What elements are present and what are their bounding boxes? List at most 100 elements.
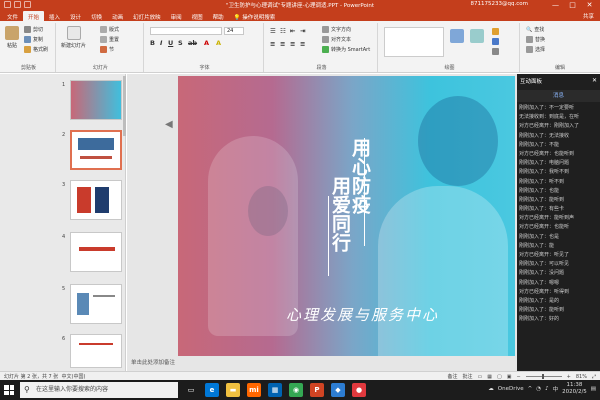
bullets-icon[interactable]: ☰	[270, 27, 276, 35]
shadow-icon[interactable]: S	[178, 39, 183, 47]
zoom-in-icon[interactable]: +	[567, 374, 571, 380]
goggles-figure	[248, 186, 288, 236]
zoom-level[interactable]: 81%	[576, 374, 587, 380]
align-center-icon[interactable]: ≡	[280, 40, 285, 48]
windows-start-icon[interactable]	[4, 385, 14, 395]
minimize-button[interactable]: —	[547, 0, 564, 10]
select-button[interactable]: 选择	[526, 46, 545, 53]
find-button[interactable]: 🔍 查找	[526, 26, 544, 34]
thumbnail-slide-2[interactable]	[70, 130, 122, 170]
slide-title-col2[interactable]: 用爱同行	[328, 176, 351, 252]
slide-sorter-icon[interactable]: ▦	[487, 374, 492, 380]
app2-icon[interactable]: ●	[352, 383, 366, 397]
app-icon[interactable]: ◆	[331, 383, 345, 397]
thumbnail-slide-4[interactable]	[70, 232, 122, 272]
edge-icon[interactable]: e	[205, 383, 219, 397]
format-painter-button[interactable]: 格式刷	[24, 46, 48, 53]
account-name[interactable]: 871175233@qq.com	[471, 1, 528, 7]
tab-insert[interactable]: 插入	[44, 11, 65, 21]
zoom-out-icon[interactable]: −	[516, 374, 520, 380]
quick-styles-icon[interactable]	[470, 29, 484, 43]
tab-file[interactable]: 文件	[2, 11, 23, 21]
new-slide-button[interactable]: 新建幻灯片	[61, 26, 86, 49]
clock[interactable]: 11:38 2020/2/5	[562, 382, 587, 396]
zoom-slider[interactable]	[525, 374, 562, 379]
strikethrough-icon[interactable]: ab	[188, 39, 197, 47]
tab-animations[interactable]: 动画	[107, 11, 128, 21]
cut-button[interactable]: 剪切	[24, 26, 43, 33]
fit-slide-icon[interactable]: ⤢	[592, 374, 596, 380]
highlight-icon[interactable]: A	[216, 39, 221, 47]
arrange-icon[interactable]	[450, 29, 464, 43]
slide-title-col1[interactable]: 用心防疫	[348, 138, 371, 214]
notes-placeholder[interactable]: 单击此处添加备注	[131, 358, 175, 366]
layout-button[interactable]: 版式	[100, 26, 119, 33]
indent-increase-icon[interactable]: ⇥	[300, 27, 305, 35]
task-view-icon[interactable]: ▭	[184, 383, 198, 397]
ime-indicator[interactable]: 中	[553, 385, 559, 393]
shape-outline-icon[interactable]	[492, 38, 499, 45]
font-color-icon[interactable]: A	[204, 39, 209, 47]
paste-button[interactable]: 粘贴	[5, 26, 19, 49]
chrome-icon[interactable]: ◉	[289, 383, 303, 397]
shapes-gallery[interactable]	[384, 27, 444, 57]
shape-fill-icon[interactable]	[492, 28, 499, 35]
thumbnail-slide-6[interactable]	[70, 334, 122, 368]
powerpoint-icon[interactable]: P	[310, 383, 324, 397]
panel-tab-messages[interactable]: 消息	[517, 90, 600, 102]
share-button[interactable]: 共享	[583, 12, 594, 20]
tray-expand-icon[interactable]: ^	[528, 386, 533, 392]
store-icon[interactable]: ▦	[268, 383, 282, 397]
slide-subtitle[interactable]: 心理发展与服务中心	[286, 304, 439, 325]
underline-icon[interactable]: U	[168, 39, 173, 47]
numbering-icon[interactable]: ☷	[280, 27, 286, 35]
indent-decrease-icon[interactable]: ⇤	[290, 27, 295, 35]
onedrive-icon[interactable]: ☁	[488, 386, 494, 392]
font-size-dropdown[interactable]: 24	[224, 27, 244, 35]
tab-help[interactable]: 帮助	[208, 11, 229, 21]
tab-transitions[interactable]: 切换	[86, 11, 107, 21]
maximize-button[interactable]: □	[564, 0, 581, 10]
font-name-dropdown[interactable]	[150, 27, 222, 35]
slide-main[interactable]: 用心防疫 用爱同行 心理发展与服务中心	[178, 76, 515, 356]
thumbnail-slide-3[interactable]	[70, 180, 122, 220]
volume-icon[interactable]: ♪	[545, 386, 549, 392]
taskbar-search-input[interactable]: ⚲ 在这里输入你要搜索的内容	[20, 382, 178, 398]
italic-icon[interactable]: I	[160, 39, 162, 47]
panel-close-icon[interactable]: ✕	[592, 77, 597, 84]
justify-icon[interactable]: ≡	[300, 40, 305, 48]
shape-effects-icon[interactable]	[492, 48, 499, 55]
tab-design[interactable]: 设计	[65, 11, 86, 21]
mi-icon[interactable]: mi	[247, 383, 261, 397]
comments-button[interactable]: 批注	[463, 373, 473, 380]
onedrive-label[interactable]: OneDrive	[498, 386, 524, 392]
align-right-icon[interactable]: ≡	[290, 40, 295, 48]
normal-view-icon[interactable]: ▭	[478, 374, 483, 380]
tab-view[interactable]: 视图	[187, 11, 208, 21]
explorer-icon[interactable]: ▬	[226, 383, 240, 397]
thumbnail-slide-5[interactable]	[70, 284, 122, 324]
slideshow-icon[interactable]: ▣	[507, 374, 512, 380]
bold-icon[interactable]: B	[150, 39, 155, 47]
tell-me-search[interactable]: 💡 操作说明搜索	[229, 11, 281, 21]
thumbnails-scrollbar[interactable]	[123, 76, 126, 136]
align-text-button[interactable]: 对齐文本	[322, 36, 351, 43]
notes-button[interactable]: 备注	[447, 373, 457, 380]
text-direction-button[interactable]: 文字方向	[322, 26, 351, 33]
copy-button[interactable]: 复制	[24, 36, 43, 43]
tab-review[interactable]: 审阅	[166, 11, 187, 21]
network-icon[interactable]: ◔	[536, 386, 541, 392]
smartart-button[interactable]: 转换为 SmartArt	[322, 46, 370, 53]
tab-home[interactable]: 开始	[23, 11, 45, 21]
align-left-icon[interactable]: ≡	[270, 40, 275, 48]
close-button[interactable]: ✕	[581, 0, 598, 10]
replace-button[interactable]: 替换	[526, 36, 545, 43]
section-button[interactable]: 节	[100, 46, 114, 53]
speaker-icon[interactable]: ◀	[165, 119, 175, 130]
reading-view-icon[interactable]: ▢	[497, 374, 502, 380]
reset-button[interactable]: 重置	[100, 36, 119, 43]
tab-slideshow[interactable]: 幻灯片放映	[128, 11, 166, 21]
message-list[interactable]: 刚刚加入了：不一定要听 无法接收到：到底是，在听 对方已经离开：刚刚加入了 刚刚加入了…	[517, 104, 600, 325]
thumbnail-slide-1[interactable]	[70, 80, 122, 120]
notification-icon[interactable]: ▤	[591, 386, 596, 392]
